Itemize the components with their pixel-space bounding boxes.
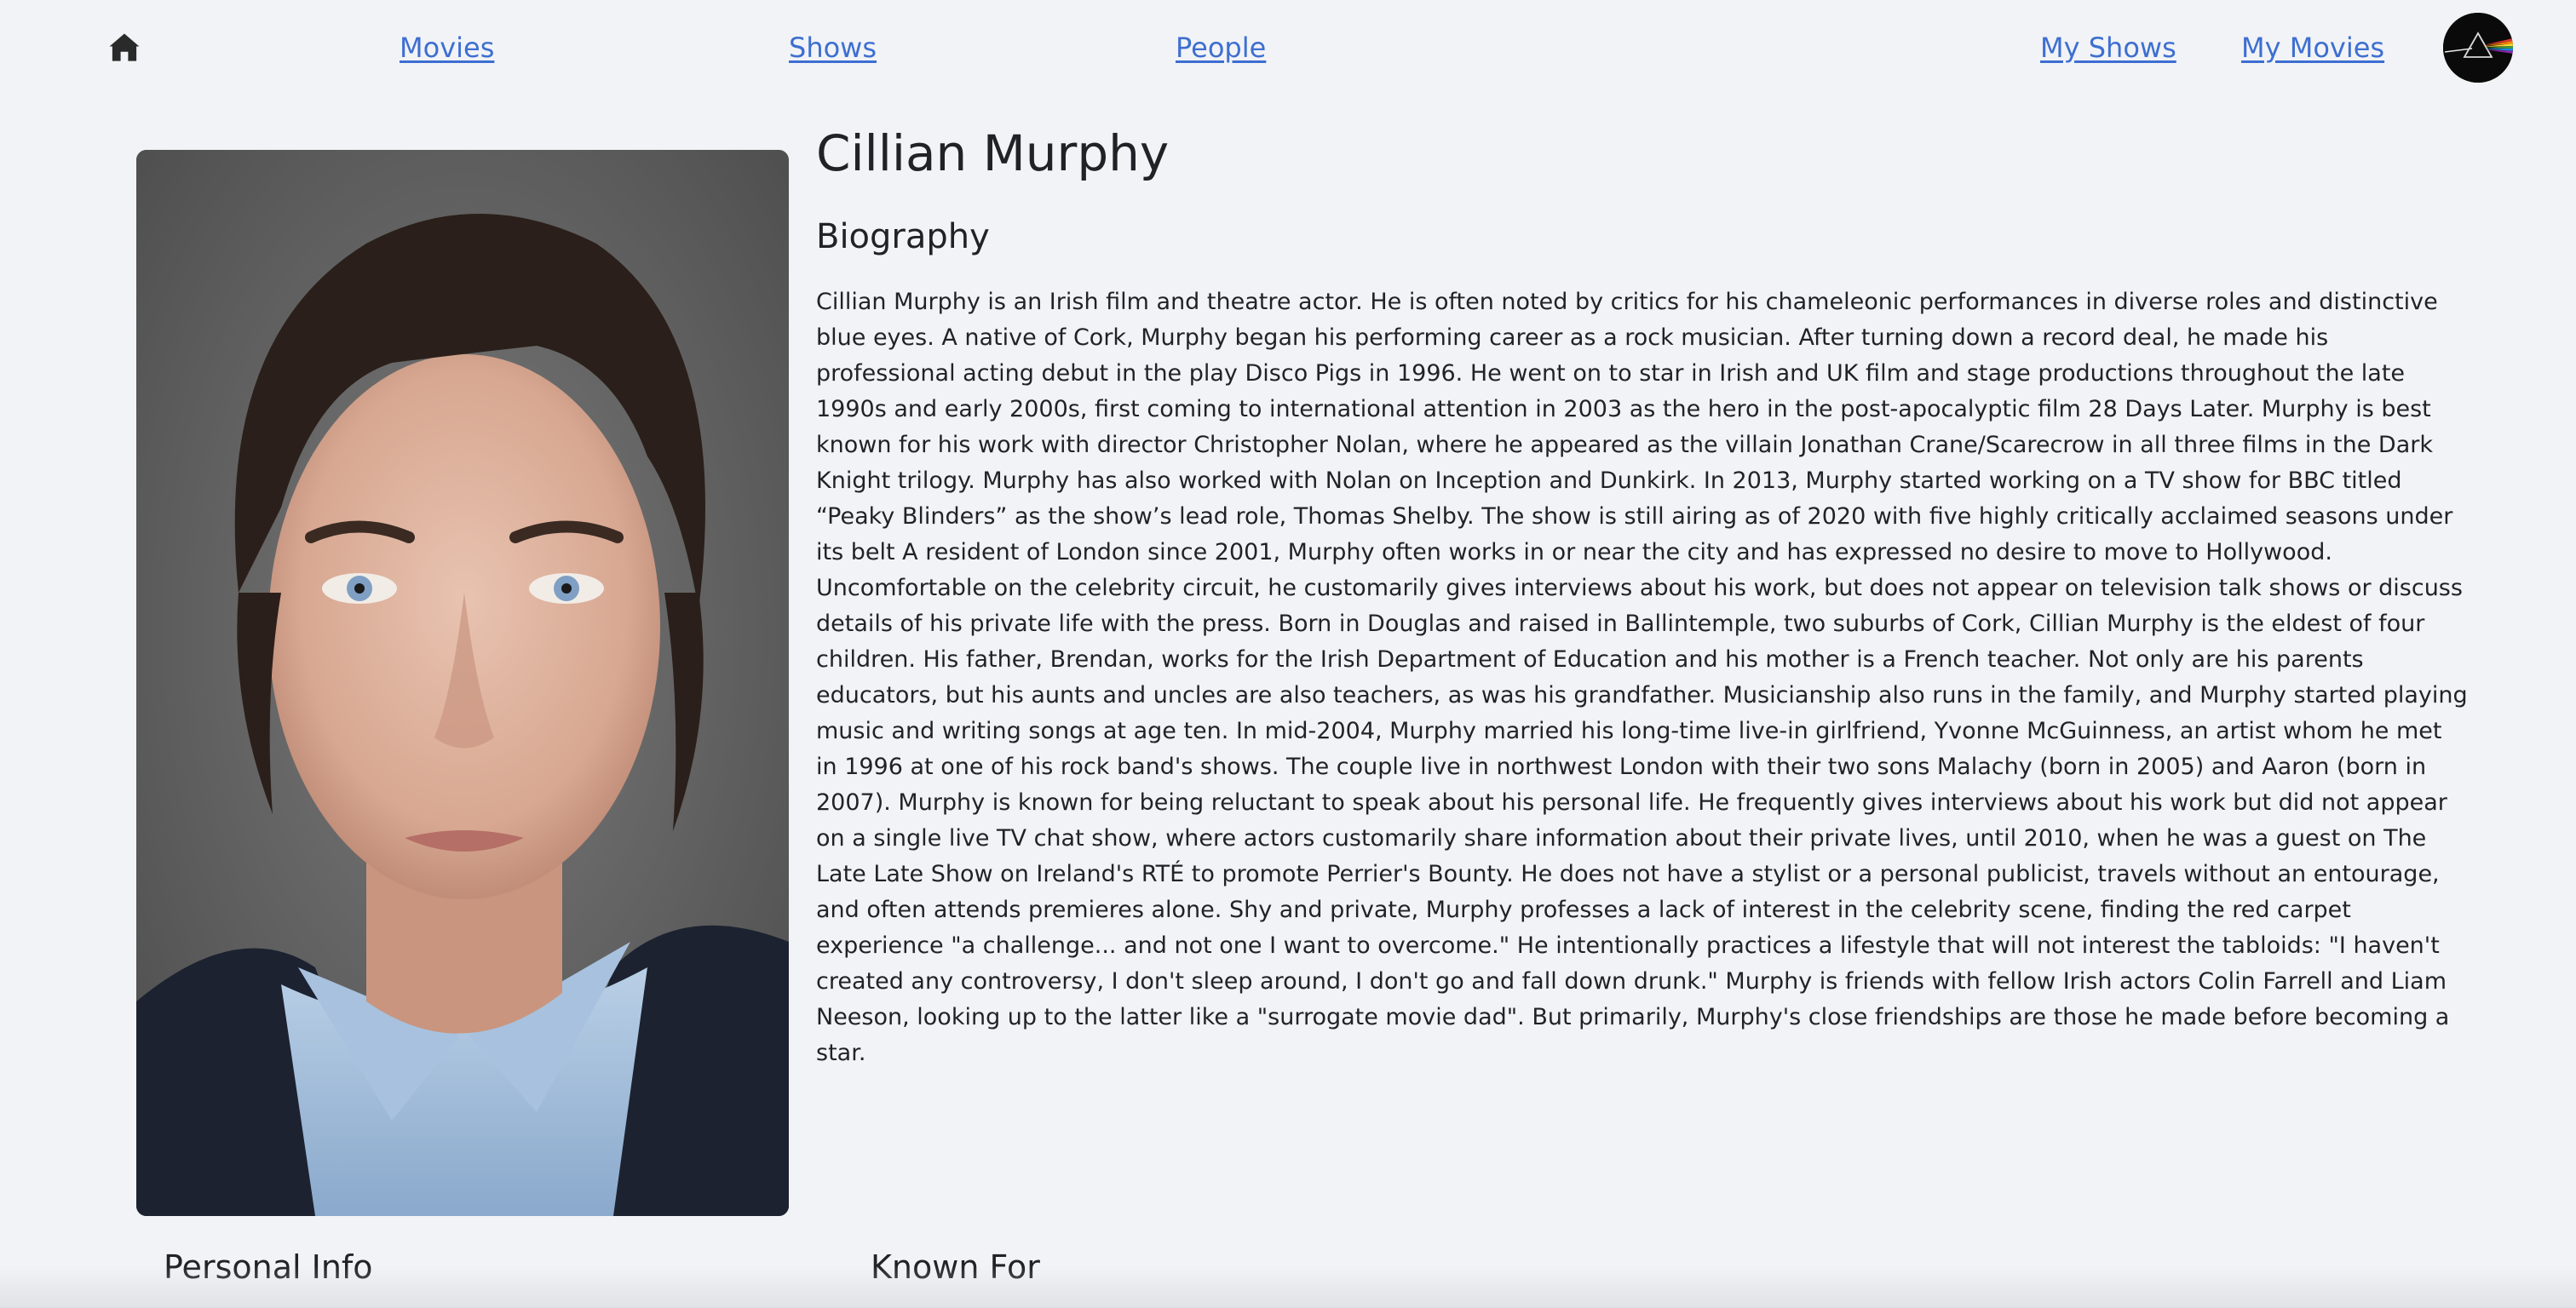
nav-link-movies[interactable]: Movies <box>400 29 494 66</box>
nav-link-my-shows[interactable]: My Shows <box>2040 29 2176 66</box>
nav-link-shows[interactable]: Shows <box>789 29 877 66</box>
home-button[interactable] <box>106 29 143 66</box>
prism-avatar-icon <box>2443 13 2513 83</box>
person-portrait-photo <box>136 150 789 1216</box>
known-for-heading: Known For <box>871 1248 1040 1286</box>
person-name: Cillian Murphy <box>816 124 1170 182</box>
biography-text: Cillian Murphy is an Irish film and thea… <box>816 289 2468 1066</box>
personal-info-heading: Personal Info <box>164 1248 373 1286</box>
biography-heading: Biography <box>816 217 990 256</box>
viewport-bottom-shadow <box>0 1265 2576 1308</box>
nav-link-my-movies[interactable]: My Movies <box>2241 29 2384 66</box>
top-navigation: Movies Shows People My Shows My Movies <box>0 0 2576 95</box>
user-avatar[interactable] <box>2443 13 2513 83</box>
home-icon <box>109 33 140 61</box>
nav-link-people[interactable]: People <box>1176 29 1266 66</box>
